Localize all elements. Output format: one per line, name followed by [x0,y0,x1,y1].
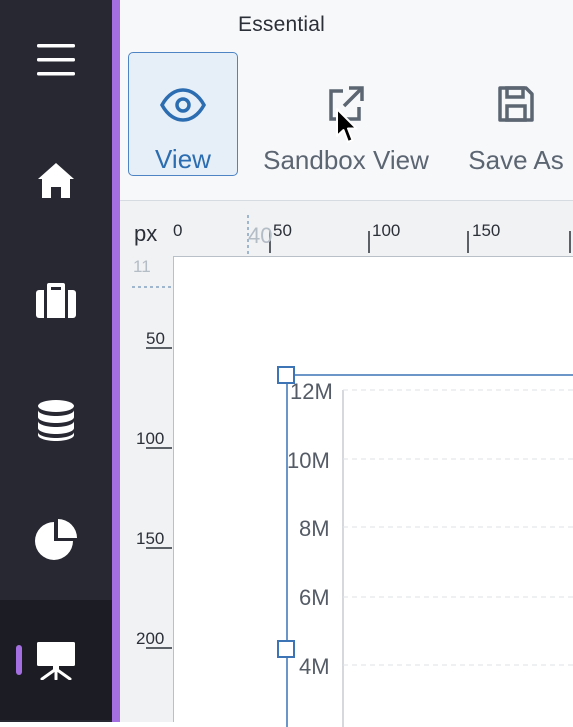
left-ruler-label: 100 [136,429,165,448]
view-button[interactable]: View [128,52,238,176]
save-as-button-label: Save As [468,145,564,175]
sidebar [0,0,112,722]
resize-handle-middle-left[interactable] [277,640,295,658]
view-button-label: View [155,144,211,174]
resize-handle-top-left[interactable] [277,366,295,384]
report-page[interactable]: 12M 10M 8M 6M 4M [173,256,573,727]
top-ruler-label: 0 [173,221,183,240]
eye-icon [160,88,206,122]
y-axis-tick-label: 4M [299,654,330,679]
top-ruler [247,215,571,256]
top-ruler-guide-label: 40 [248,223,273,248]
y-axis-tick-label: 12M [290,379,333,404]
design-canvas[interactable]: px 0 40 50 100 150 11 50 100 150 200 12M… [120,201,573,727]
home-icon [38,163,74,198]
pie-chart-icon [35,519,77,560]
save-icon [498,86,534,122]
mouse-cursor-icon [336,108,358,143]
top-ruler-label: 150 [472,221,501,240]
nav-data[interactable] [0,360,112,480]
left-ruler-label: 50 [146,329,165,348]
toolbar: Essential View Sandbox View Save As [120,0,573,201]
briefcase-icon [36,283,76,318]
database-icon [38,400,74,441]
sidebar-accent-bar [112,0,120,722]
sandbox-view-button-label: Sandbox View [263,145,429,175]
left-ruler-guide-label: 11 [133,257,151,276]
left-ruler-label: 150 [136,529,165,548]
nav-presentation[interactable] [0,600,112,720]
y-axis-tick-label: 10M [287,448,330,473]
left-ruler-label: 200 [136,629,165,648]
y-axis-tick-label: 6M [299,585,330,610]
main-area: Essential View Sandbox View Save As px 0… [120,0,573,727]
section-title: Essential [238,13,326,36]
menu-button[interactable] [0,0,112,120]
nav-projects[interactable] [0,240,112,360]
top-ruler-label: 100 [372,221,401,240]
y-axis-tick-label: 8M [299,516,330,541]
active-indicator [16,645,22,675]
menu-icon [37,44,75,76]
nav-analytics[interactable] [0,480,112,600]
save-as-button[interactable]: Save As [456,52,573,176]
top-ruler-label: 50 [273,221,292,240]
nav-home[interactable] [0,120,112,240]
presentation-icon [37,642,75,680]
chart-component[interactable] [174,257,573,727]
